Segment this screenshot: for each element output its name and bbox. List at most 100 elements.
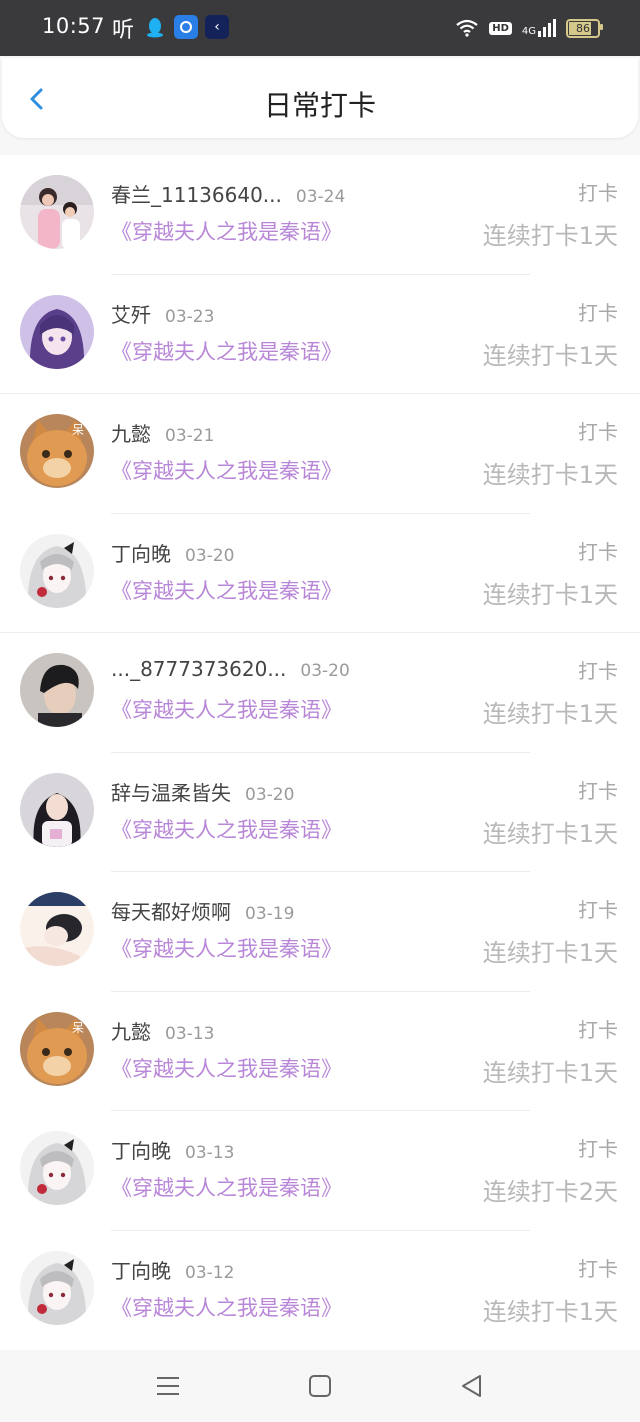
qq-icon bbox=[143, 15, 167, 39]
checkin-row[interactable]: 每天都好烦啊 03-19 《穿越夫人之我是秦语》 打卡连续打卡1天 bbox=[0, 872, 640, 992]
user-name-text: 每天都好烦啊 bbox=[111, 900, 231, 924]
checkin-date: 03-21 bbox=[165, 426, 215, 446]
streak-text: 连续打卡1天 bbox=[482, 1297, 618, 1326]
checkin-date: 03-13 bbox=[165, 1023, 215, 1044]
streak-text: 连续打卡1天 bbox=[482, 700, 618, 728]
checkin-list[interactable]: 春兰_11136640... 03-24 《穿越夫人之我是秦语》 打卡 连续打卡1天 艾歼… bbox=[0, 155, 640, 1350]
battery-level: 86 bbox=[576, 21, 590, 35]
streak-text: 连续打卡1天 bbox=[482, 580, 618, 609]
avatar[interactable] bbox=[20, 892, 94, 966]
user-name-text: 九懿 bbox=[111, 1019, 151, 1044]
streak-text: 连续打卡1天 bbox=[482, 939, 618, 967]
book-title-link[interactable]: 《穿越夫人之我是秦语》 bbox=[111, 694, 342, 724]
checkin-label: 打卡 bbox=[578, 539, 618, 564]
book-title-link[interactable]: 《穿越夫人之我是秦语》 bbox=[111, 933, 342, 963]
book-title-link[interactable]: 《穿越夫人之我是秦语》 bbox=[111, 1172, 342, 1202]
checkin-row[interactable]: 辞与温柔皆失 03-20 《穿越夫人之我是秦语》 打卡连续打卡1天 bbox=[0, 753, 640, 872]
book-title-link[interactable]: 《穿越夫人之我是秦语》 bbox=[111, 1053, 342, 1083]
streak-text: 连续打卡1天 bbox=[482, 222, 618, 250]
user-name: 九懿 03-21 bbox=[111, 418, 214, 447]
avatar[interactable] bbox=[20, 175, 94, 249]
page-title: 日常打卡 bbox=[263, 89, 376, 122]
streak-text: 连续打卡2天 bbox=[482, 1178, 618, 1206]
checkin-date: 03-24 bbox=[295, 187, 346, 207]
checkin-label: 打卡 bbox=[578, 1137, 618, 1161]
checkin-date: 03-20 bbox=[185, 545, 235, 566]
svg-text:呆: 呆 bbox=[72, 1021, 84, 1035]
book-title-link[interactable]: 《穿越夫人之我是秦语》 bbox=[111, 1292, 342, 1322]
checkin-row[interactable]: 呆 九懿 03-21 《穿越夫人之我是秦语》 打卡连续打卡1天 bbox=[0, 394, 640, 514]
streak-text: 连续打卡1天 bbox=[482, 461, 618, 489]
checkin-date: 03-20 bbox=[300, 661, 350, 681]
avatar[interactable] bbox=[20, 772, 94, 847]
checkin-label: 打卡 bbox=[578, 659, 618, 683]
browser-icon bbox=[174, 15, 198, 39]
checkin-date: 03-13 bbox=[185, 1143, 235, 1163]
checkin-label: 打卡 bbox=[578, 181, 618, 205]
user-name: 丁向晚 03-13 bbox=[111, 1135, 234, 1164]
checkin-label: 打卡 bbox=[578, 898, 618, 922]
checkin-label: 打卡 bbox=[578, 1017, 618, 1042]
avatar[interactable] bbox=[20, 1250, 94, 1325]
avatar[interactable] bbox=[20, 533, 94, 608]
user-name: 丁向晚 03-20 bbox=[111, 538, 234, 567]
checkin-label: 打卡 bbox=[578, 300, 618, 325]
user-name-text: 九懿 bbox=[111, 422, 151, 446]
menu-icon[interactable] bbox=[154, 1372, 182, 1400]
avatar[interactable] bbox=[20, 1131, 94, 1205]
checkin-label: 打卡 bbox=[578, 778, 618, 803]
hd-icon: HD bbox=[489, 21, 512, 35]
battery-icon: 86 bbox=[566, 18, 603, 38]
ting-icon: 听 bbox=[112, 18, 135, 43]
signal-icon: 4G bbox=[522, 19, 556, 37]
user-name: 春兰_11136640... 03-24 bbox=[111, 179, 345, 208]
checkin-label: 打卡 bbox=[578, 420, 618, 444]
user-name: 艾歼 03-23 bbox=[111, 299, 214, 328]
book-title-link[interactable]: 《穿越夫人之我是秦语》 bbox=[111, 216, 342, 246]
user-name: 每天都好烦啊 03-19 bbox=[111, 896, 294, 925]
user-name-text: 春兰_11136640... bbox=[111, 183, 282, 207]
user-name: 九懿 03-13 bbox=[111, 1016, 214, 1045]
user-name-text: 丁向晚 bbox=[111, 541, 171, 566]
streak-text: 连续打卡1天 bbox=[482, 341, 618, 370]
book-title-link[interactable]: 《穿越夫人之我是秦语》 bbox=[111, 455, 342, 485]
checkin-row[interactable]: ..._8777373620... 03-20 《穿越夫人之我是秦语》 打卡连续打卡1… bbox=[0, 633, 640, 753]
checkin-row[interactable]: 春兰_11136640... 03-24 《穿越夫人之我是秦语》 打卡连续打卡1天 bbox=[0, 155, 640, 275]
status-bar: 10:57 听 ‹ HD 4G 86 bbox=[0, 0, 640, 56]
checkin-row[interactable]: 丁向晚 03-13 《穿越夫人之我是秦语》 打卡连续打卡2天 bbox=[0, 1111, 640, 1231]
checkin-row[interactable]: 丁向晚 03-12 《穿越夫人之我是秦语》 打卡连续打卡1天 bbox=[0, 1231, 640, 1351]
checkin-date: 03-12 bbox=[185, 1262, 235, 1283]
user-name-text: 辞与温柔皆失 bbox=[111, 780, 231, 805]
avatar[interactable]: 呆 bbox=[20, 1011, 94, 1086]
network-type: 4G bbox=[521, 26, 536, 37]
checkin-row[interactable]: 呆 九懿 03-13 《穿越夫人之我是秦语》 打卡连续打卡1天 bbox=[0, 992, 640, 1111]
back-triangle-icon[interactable] bbox=[458, 1372, 486, 1400]
checkin-row[interactable]: 丁向晚 03-20 《穿越夫人之我是秦语》 打卡连续打卡1天 bbox=[0, 514, 640, 633]
checkin-row[interactable]: 艾歼 03-23 《穿越夫人之我是秦语》 打卡连续打卡1天 bbox=[0, 275, 640, 394]
status-time: 10:57 bbox=[42, 14, 106, 38]
checkin-date: 03-20 bbox=[245, 784, 295, 805]
user-name: 丁向晚 03-12 bbox=[111, 1255, 234, 1284]
app-header: 日常打卡 bbox=[2, 58, 638, 138]
book-title-link[interactable]: 《穿越夫人之我是秦语》 bbox=[111, 336, 342, 366]
avatar[interactable]: 呆 bbox=[20, 414, 94, 488]
user-name-text: 丁向晚 bbox=[111, 1139, 171, 1163]
checkin-date: 03-23 bbox=[165, 306, 215, 327]
user-name-text: 丁向晚 bbox=[111, 1258, 171, 1283]
user-name-text: ..._8777373620... bbox=[111, 657, 287, 681]
streak-text: 连续打卡1天 bbox=[482, 819, 618, 848]
svg-text:呆: 呆 bbox=[72, 423, 84, 437]
avatar[interactable] bbox=[20, 653, 94, 727]
wifi-icon bbox=[456, 19, 478, 37]
book-title-link[interactable]: 《穿越夫人之我是秦语》 bbox=[111, 814, 342, 844]
book-title-link[interactable]: 《穿越夫人之我是秦语》 bbox=[111, 575, 342, 605]
user-name-text: 艾歼 bbox=[111, 302, 151, 327]
checkin-date: 03-19 bbox=[245, 904, 295, 924]
checkin-label: 打卡 bbox=[578, 1256, 618, 1281]
home-icon[interactable] bbox=[306, 1372, 334, 1400]
user-name: 辞与温柔皆失 03-20 bbox=[111, 777, 294, 806]
avatar[interactable] bbox=[20, 294, 94, 369]
streak-text: 连续打卡1天 bbox=[482, 1058, 618, 1087]
kapp-icon: ‹ bbox=[205, 15, 229, 39]
user-name: ..._8777373620... 03-20 bbox=[111, 657, 350, 681]
